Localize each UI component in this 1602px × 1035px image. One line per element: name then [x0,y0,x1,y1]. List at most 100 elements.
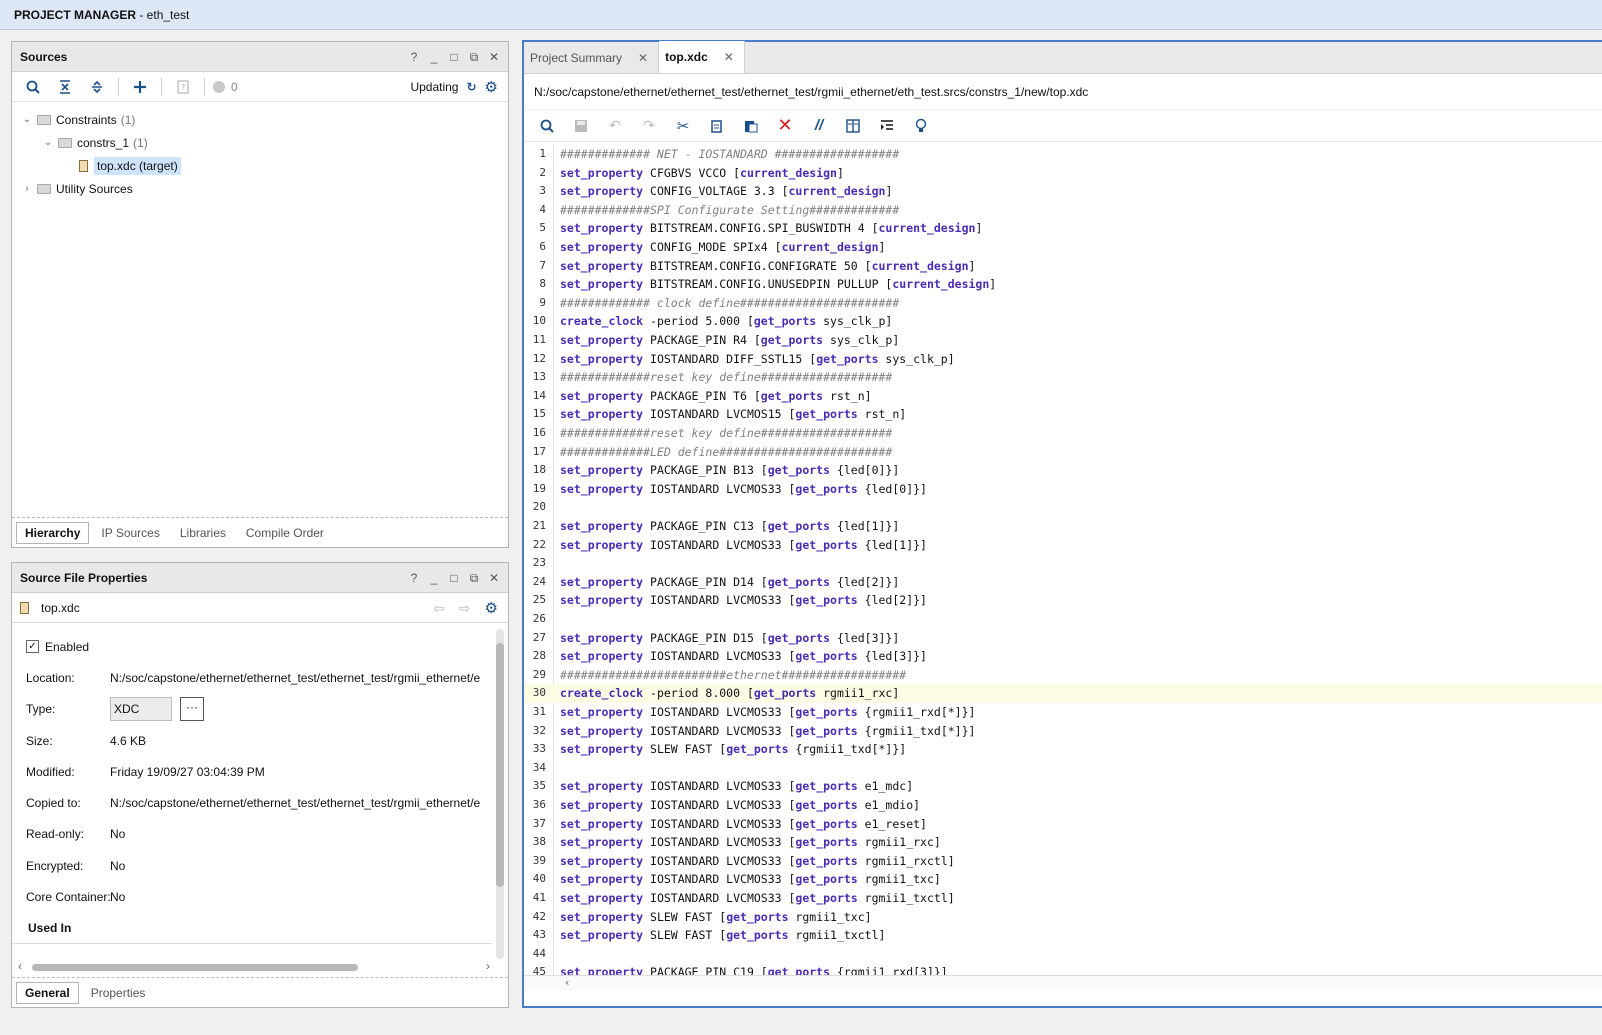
code-line[interactable]: 40 set_property IOSTANDARD LVCMOS33 [get_… [524,870,1602,889]
tab-hierarchy[interactable]: Hierarchy [16,521,90,544]
scroll-left-icon[interactable]: ‹ [564,976,571,989]
code-line[interactable]: 31 set_property IOSTANDARD LVCMOS33 [get_… [524,703,1602,722]
close-icon[interactable]: ✕ [488,571,500,585]
lightbulb-icon[interactable] [906,114,936,138]
indent-icon[interactable] [872,114,902,138]
properties-icon[interactable]: ? [170,75,196,99]
code-line[interactable]: 10 create_clock -period 5.000 [get_ports … [524,312,1602,331]
code-line[interactable]: 25 set_property IOSTANDARD LVCMOS33 [get_… [524,591,1602,610]
code-line[interactable]: 24 set_property PACKAGE_PIN D14 [get_port… [524,573,1602,592]
code-line[interactable]: 1 ############# NET - IOSTANDARD ########… [524,145,1602,164]
chevron-down-icon[interactable]: ⌄ [20,114,34,125]
code-line[interactable]: 37 set_property IOSTANDARD LVCMOS33 [get_… [524,815,1602,834]
tree-item-constrs-1[interactable]: ⌄ constrs_1 (1) [12,131,508,154]
code-line[interactable]: 18 set_property PACKAGE_PIN B13 [get_port… [524,461,1602,480]
code-area[interactable]: 1 ############# NET - IOSTANDARD ########… [524,145,1602,991]
scroll-left-icon[interactable]: ‹ [18,959,22,973]
code-line[interactable]: 4 #############SPI Configurate Setting###… [524,201,1602,220]
tab-ip-sources[interactable]: IP Sources [93,523,167,543]
code-line[interactable]: 43 set_property SLEW FAST [get_ports rgmi… [524,926,1602,945]
code-line[interactable]: 32 set_property IOSTANDARD LVCMOS33 [get_… [524,722,1602,741]
code-line[interactable]: 28 set_property IOSTANDARD LVCMOS33 [get_… [524,647,1602,666]
code-line[interactable]: 35 set_property IOSTANDARD LVCMOS33 [get_… [524,777,1602,796]
editor-horizontal-scrollbar[interactable]: ‹ [524,975,1602,991]
minimize-icon[interactable]: _ [428,50,440,64]
chevron-down-icon[interactable]: ⌄ [41,137,55,148]
paste-icon[interactable] [736,114,766,138]
code-line[interactable]: 41 set_property IOSTANDARD LVCMOS33 [get_… [524,889,1602,908]
code-line[interactable]: 17 #############LED define###############… [524,443,1602,462]
tab-project-summary[interactable]: Project Summary ✕ [524,43,660,73]
code-line[interactable]: 23 [524,554,1602,573]
code-line[interactable]: 11 set_property PACKAGE_PIN R4 [get_ports… [524,331,1602,350]
close-tab-icon[interactable]: ✕ [638,51,648,65]
add-sources-icon[interactable] [127,75,153,99]
code-line[interactable]: 34 [524,759,1602,778]
enabled-checkbox[interactable]: ✓ [26,640,39,654]
help-icon[interactable]: ? [408,571,420,585]
redo-icon[interactable]: ↷ [634,114,664,138]
code-line[interactable]: 12 set_property IOSTANDARD DIFF_SSTL15 [g… [524,350,1602,369]
forward-arrow-icon[interactable]: ⇨ [459,600,471,617]
tab-compile-order[interactable]: Compile Order [238,523,332,543]
gear-icon[interactable]: ⚙ [485,599,498,617]
properties-vertical-scrollbar[interactable] [496,629,504,959]
undo-icon[interactable]: ↶ [600,114,630,138]
code-line[interactable]: 5 set_property BITSTREAM.CONFIG.SPI_BUSWI… [524,219,1602,238]
close-icon[interactable]: ✕ [488,50,500,64]
scrollbar-thumb[interactable] [32,964,358,971]
code-line[interactable]: 6 set_property CONFIG_MODE SPIx4 [current… [524,238,1602,257]
tree-item-top-xdc[interactable]: top.xdc (target) [12,154,508,177]
columns-icon[interactable] [838,114,868,138]
search-icon[interactable] [20,75,46,99]
code-line[interactable]: 16 #############reset key define#########… [524,424,1602,443]
scrollbar-thumb[interactable] [496,643,504,887]
tree-item-utility-sources[interactable]: › Utility Sources [12,177,508,200]
close-tab-icon[interactable]: ✕ [724,50,734,64]
code-line[interactable]: 15 set_property IOSTANDARD LVCMOS15 [get_… [524,405,1602,424]
code-line[interactable]: 13 #############reset key define#########… [524,368,1602,387]
gear-icon[interactable]: ⚙ [485,78,498,96]
save-icon[interactable] [566,114,596,138]
code-line[interactable]: 20 [524,498,1602,517]
warning-indicator[interactable]: 0 [213,80,238,94]
code-line[interactable]: 29 ########################ethernet######… [524,666,1602,685]
code-line[interactable]: 39 set_property IOSTANDARD LVCMOS33 [get_… [524,852,1602,871]
copy-icon[interactable] [702,114,732,138]
minimize-icon[interactable]: _ [428,571,440,585]
code-line[interactable]: 7 set_property BITSTREAM.CONFIG.CONFIGRAT… [524,257,1602,276]
code-line[interactable]: 22 set_property IOSTANDARD LVCMOS33 [get_… [524,536,1602,555]
code-line[interactable]: 8 set_property BITSTREAM.CONFIG.UNUSEDPIN… [524,275,1602,294]
tab-properties[interactable]: Properties [83,983,154,1003]
maximize-icon[interactable]: □ [448,50,460,64]
delete-icon[interactable]: ✕ [770,114,800,138]
tab-libraries[interactable]: Libraries [172,523,234,543]
code-line[interactable]: 14 set_property PACKAGE_PIN T6 [get_ports… [524,387,1602,406]
comment-icon[interactable]: // [804,114,834,138]
code-line[interactable]: 42 set_property SLEW FAST [get_ports rgmi… [524,908,1602,927]
expand-all-icon[interactable] [84,75,110,99]
float-icon[interactable]: ⧉ [468,571,480,586]
code-line[interactable]: 9 ############# clock define#############… [524,294,1602,313]
code-line[interactable]: 3 set_property CONFIG_VOLTAGE 3.3 [curren… [524,182,1602,201]
tree-item-constraints[interactable]: ⌄ Constraints (1) [12,108,508,131]
type-more-button[interactable]: ··· [180,697,204,722]
float-icon[interactable]: ⧉ [468,50,480,65]
maximize-icon[interactable]: □ [448,571,460,585]
cut-icon[interactable]: ✂ [668,114,698,138]
code-line[interactable]: 26 [524,610,1602,629]
back-arrow-icon[interactable]: ⇦ [433,600,445,617]
scroll-right-icon[interactable]: › [486,959,490,973]
code-line[interactable]: 30 create_clock -period 8.000 [get_ports … [524,684,1602,703]
search-icon[interactable] [532,114,562,138]
code-line[interactable]: 44 [524,945,1602,964]
help-icon[interactable]: ? [408,50,420,64]
tab-top-xdc[interactable]: top.xdc ✕ [659,41,745,73]
code-line[interactable]: 21 set_property PACKAGE_PIN C13 [get_port… [524,517,1602,536]
properties-horizontal-scrollbar[interactable]: ‹ › [16,959,492,975]
code-line[interactable]: 33 set_property SLEW FAST [get_ports {rgm… [524,740,1602,759]
collapse-all-icon[interactable] [52,75,78,99]
chevron-right-icon[interactable]: › [20,183,34,194]
tab-general[interactable]: General [16,981,79,1004]
code-line[interactable]: 19 set_property IOSTANDARD LVCMOS33 [get_… [524,480,1602,499]
